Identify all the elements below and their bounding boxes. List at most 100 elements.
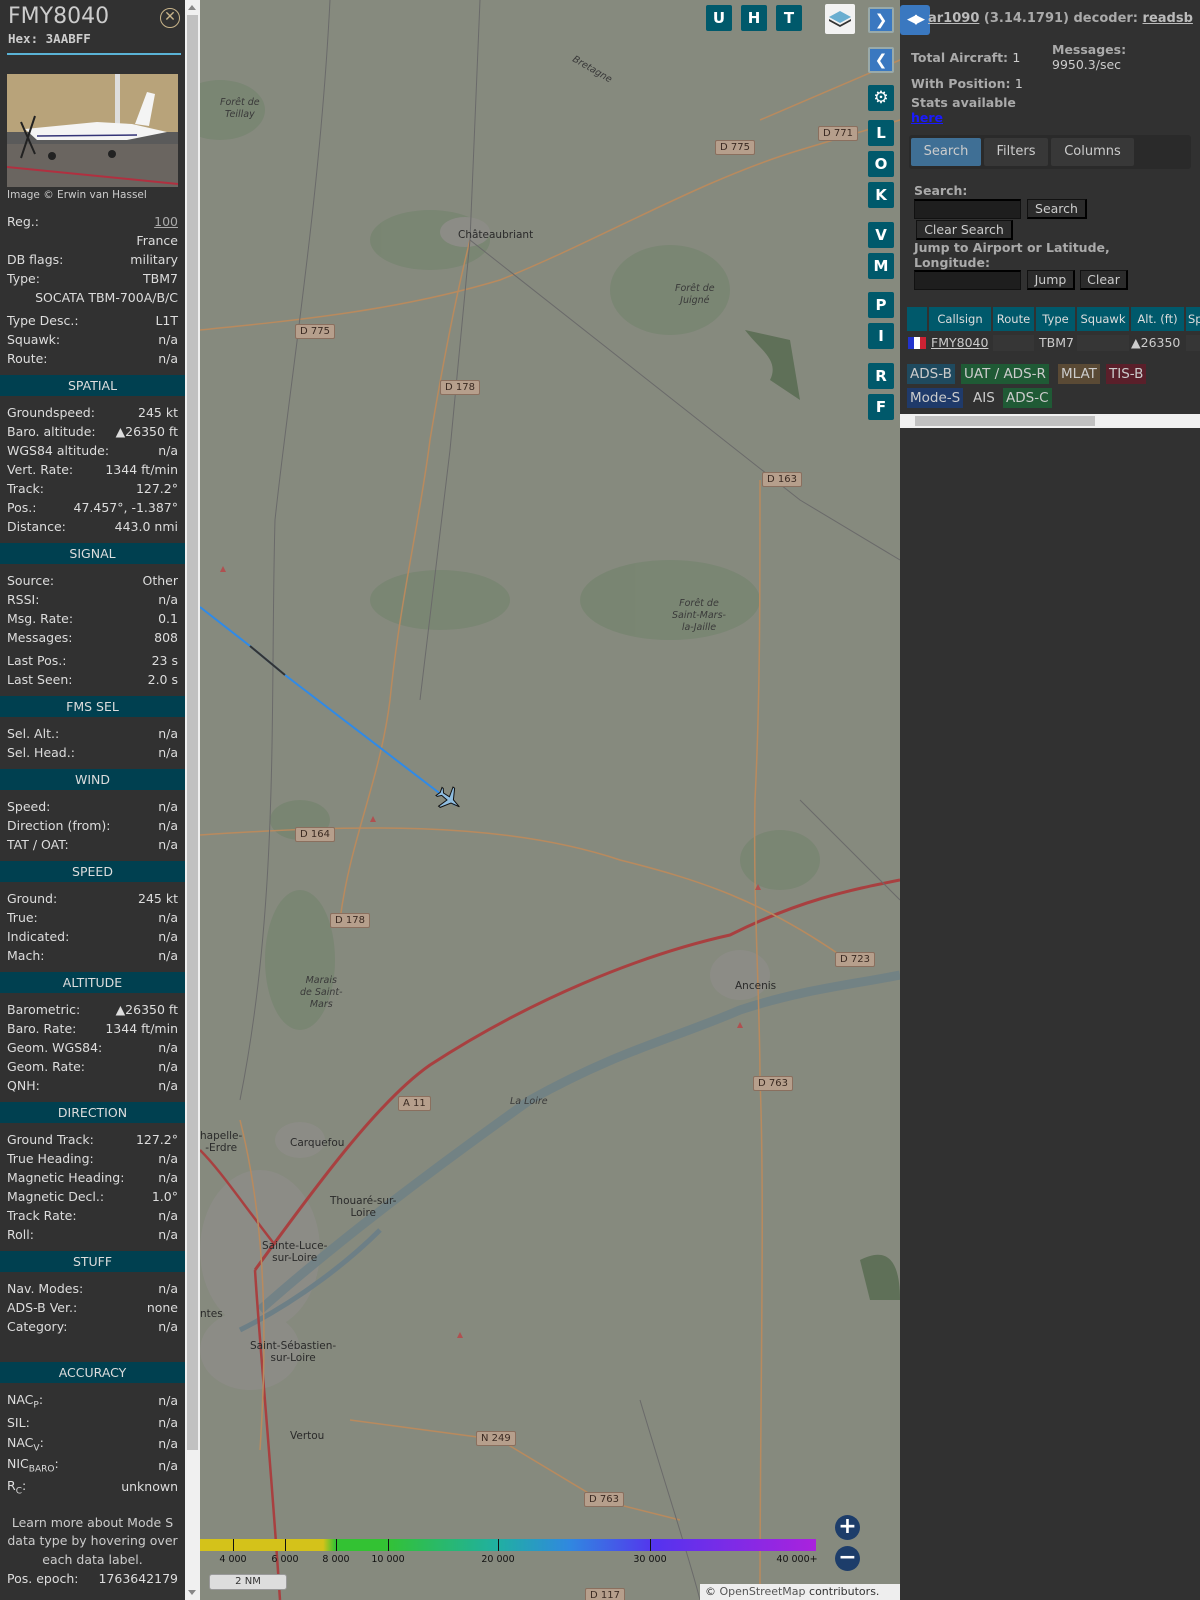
toggle-u-button[interactable]: U	[706, 5, 732, 31]
clear-search-button[interactable]: Clear Search	[916, 220, 1013, 240]
toggle-p-button[interactable]: P	[868, 292, 894, 318]
detail-label[interactable]: Distance:	[7, 519, 66, 534]
column-header-speed[interactable]: Sp	[1186, 307, 1200, 331]
source-badge-tis-b[interactable]: TIS-B	[1106, 364, 1147, 384]
detail-label[interactable]: Magnetic Heading:	[7, 1170, 124, 1185]
detail-label[interactable]: Geom. Rate:	[7, 1059, 85, 1074]
detail-label[interactable]: Magnetic Decl.:	[7, 1189, 104, 1204]
detail-label[interactable]: NICBARO:	[7, 1456, 59, 1475]
detail-label[interactable]: Category:	[7, 1319, 67, 1334]
detail-label[interactable]: Sel. Alt.:	[7, 726, 59, 741]
detail-label[interactable]: Route:	[7, 351, 48, 366]
source-badge-ads-c[interactable]: ADS-C	[1003, 388, 1052, 408]
source-badge-uat-ads-r[interactable]: UAT / ADS-R	[961, 364, 1049, 384]
detail-label[interactable]: SIL:	[7, 1415, 30, 1430]
detail-label[interactable]: Speed:	[7, 799, 50, 814]
jump-button[interactable]: Jump	[1027, 270, 1075, 290]
detail-label[interactable]: Vert. Rate:	[7, 462, 73, 477]
decoder-link[interactable]: readsb	[1143, 11, 1193, 26]
zoom-out-button[interactable]: −	[835, 1546, 860, 1571]
detail-label[interactable]: Pos.:	[7, 500, 36, 515]
aircraft-photo[interactable]	[7, 74, 178, 187]
jump-input[interactable]	[914, 270, 1021, 290]
detail-label[interactable]: Squawk:	[7, 332, 60, 347]
osm-link[interactable]: OpenStreetMap	[720, 1585, 806, 1598]
left-panel-scrollbar[interactable]	[185, 0, 200, 1600]
toggle-f-button[interactable]: F	[868, 394, 894, 420]
toggle-k-button[interactable]: K	[868, 182, 894, 208]
detail-label[interactable]: Sel. Head.:	[7, 745, 75, 760]
detail-label[interactable]: Last Pos.:	[7, 653, 66, 668]
tab-columns[interactable]: Columns	[1051, 138, 1134, 166]
detail-label[interactable]: Groundspeed:	[7, 405, 95, 420]
detail-label[interactable]: QNH:	[7, 1078, 40, 1093]
source-badge-mode-s[interactable]: Mode-S	[907, 388, 964, 408]
collapse-sidebar-button[interactable]: ❮	[868, 47, 894, 73]
detail-label[interactable]: Mach:	[7, 948, 44, 963]
toggle-h-button[interactable]: H	[741, 5, 767, 31]
toggle-i-button[interactable]: I	[868, 323, 894, 349]
detail-label[interactable]: RC:	[7, 1478, 26, 1497]
detail-label[interactable]: Pos. epoch:	[7, 1571, 78, 1586]
detail-label[interactable]: RSSI:	[7, 592, 39, 607]
detail-label[interactable]: True:	[7, 910, 38, 925]
column-header-route[interactable]: Route	[993, 307, 1034, 331]
toggle-m-button[interactable]: M	[868, 253, 894, 279]
detail-label[interactable]: Messages:	[7, 630, 73, 645]
source-badge-mlat[interactable]: MLAT	[1058, 364, 1100, 384]
detail-label[interactable]: Type:	[7, 271, 40, 286]
detail-label[interactable]: Barometric:	[7, 1002, 80, 1017]
detail-label[interactable]: Roll:	[7, 1227, 34, 1242]
scroll-down-icon[interactable]	[188, 1590, 196, 1595]
detail-label[interactable]: Geom. WGS84:	[7, 1040, 102, 1055]
detail-label[interactable]: Baro. altitude:	[7, 424, 96, 439]
stats-link[interactable]: here	[911, 110, 943, 125]
toggle-t-button[interactable]: T	[776, 5, 802, 31]
close-icon[interactable]: ✕	[160, 8, 180, 28]
detail-label[interactable]: Indicated:	[7, 929, 69, 944]
detail-label[interactable]: True Heading:	[7, 1151, 94, 1166]
toggle-l-button[interactable]: L	[868, 120, 894, 146]
row-callsign[interactable]: FMY8040	[929, 335, 991, 351]
search-input[interactable]	[914, 199, 1021, 219]
clear-button[interactable]: Clear	[1080, 270, 1128, 290]
source-badge-ais[interactable]: AIS	[970, 388, 998, 408]
detail-label[interactable]: DB flags:	[7, 252, 63, 267]
column-header-flag[interactable]	[907, 307, 927, 331]
detail-label[interactable]: Ground:	[7, 891, 57, 906]
detail-label[interactable]: Ground Track:	[7, 1132, 94, 1147]
detail-label[interactable]: WGS84 altitude:	[7, 443, 109, 458]
source-badge-ads-b[interactable]: ADS-B	[907, 364, 955, 384]
toggle-o-button[interactable]: O	[868, 151, 894, 177]
settings-gear-icon[interactable]: ⚙	[868, 85, 894, 111]
toggle-r-button[interactable]: R	[868, 363, 894, 389]
detail-label[interactable]: Track:	[7, 481, 44, 496]
zoom-in-button[interactable]: +	[835, 1515, 860, 1540]
layers-button[interactable]	[825, 4, 855, 34]
toggle-v-button[interactable]: V	[868, 222, 894, 248]
column-header-altitude[interactable]: Alt. (ft)	[1131, 307, 1184, 331]
scroll-up-icon[interactable]	[188, 5, 196, 10]
tab-filters[interactable]: Filters	[984, 138, 1048, 166]
scrollbar-thumb[interactable]	[187, 15, 198, 1450]
detail-label[interactable]: NACP:	[7, 1392, 43, 1411]
detail-label[interactable]: Reg.:	[7, 214, 39, 229]
detail-label[interactable]: Nav. Modes:	[7, 1281, 83, 1296]
column-header-type[interactable]: Type	[1036, 307, 1075, 331]
search-button[interactable]: Search	[1027, 199, 1087, 219]
detail-label[interactable]: TAT / OAT:	[7, 837, 69, 852]
scrollbar-thumb[interactable]	[915, 416, 1095, 426]
detail-label[interactable]: Source:	[7, 573, 54, 588]
detail-label[interactable]: Baro. Rate:	[7, 1021, 76, 1036]
expand-sidebar-button[interactable]: ❯	[868, 7, 894, 33]
tab-search[interactable]: Search	[911, 138, 981, 166]
detail-label[interactable]: Last Seen:	[7, 672, 72, 687]
column-header-squawk[interactable]: Squawk	[1077, 307, 1129, 331]
detail-label[interactable]: Direction (from):	[7, 818, 111, 833]
toggle-panel-arrows-icon[interactable]: ◀▶	[900, 5, 930, 35]
registration-link[interactable]: 100	[154, 214, 178, 229]
detail-label[interactable]: Track Rate:	[7, 1208, 77, 1223]
map[interactable]: Châteaubriant Ancenis Carquefou Thouaré-sur…	[200, 0, 900, 1600]
detail-label[interactable]: Type Desc.:	[7, 313, 79, 328]
app-link[interactable]: ar1090	[928, 11, 979, 26]
